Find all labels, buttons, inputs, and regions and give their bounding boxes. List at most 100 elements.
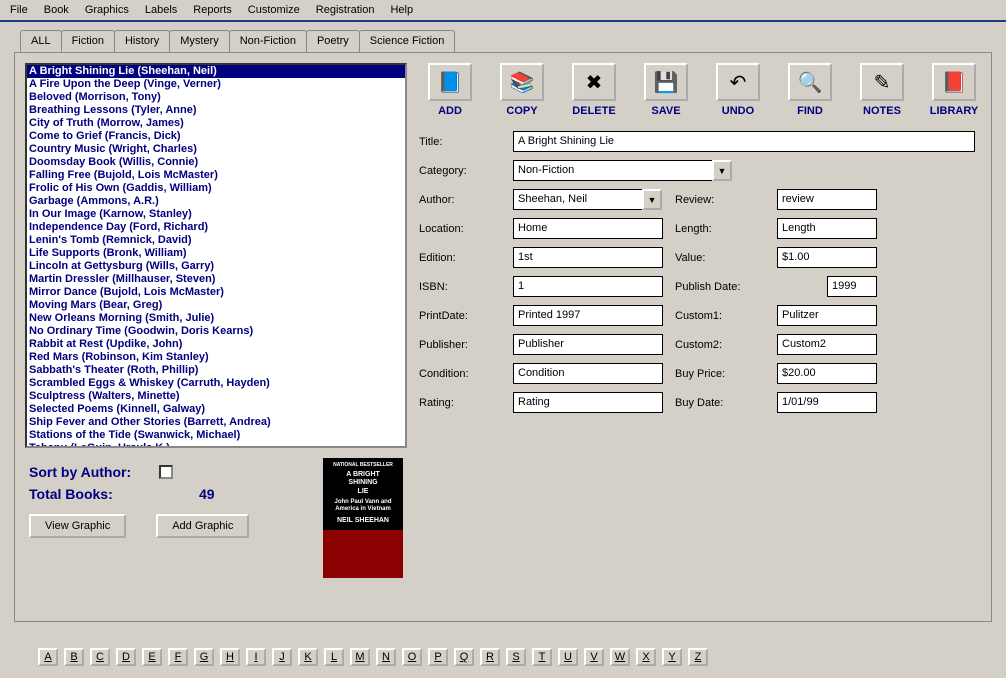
menu-customize[interactable]: Customize [242,2,306,18]
tab-mystery[interactable]: Mystery [169,30,230,52]
list-item[interactable]: Stations of the Tide (Swanwick, Michael) [27,429,405,442]
alpha-j[interactable]: J [272,648,292,666]
length-input[interactable]: Length [777,218,877,239]
list-item[interactable]: Sabbath's Theater (Roth, Phillip) [27,364,405,377]
custom2-input[interactable]: Custom2 [777,334,877,355]
menu-graphics[interactable]: Graphics [79,2,135,18]
list-item[interactable]: Life Supports (Bronk, William) [27,247,405,260]
list-item[interactable]: City of Truth (Morrow, James) [27,117,405,130]
isbn-input[interactable]: 1 [513,276,663,297]
view-graphic-button[interactable]: View Graphic [29,514,126,538]
menu-help[interactable]: Help [384,2,419,18]
list-item[interactable]: Moving Mars (Bear, Greg) [27,299,405,312]
list-item[interactable]: Scrambled Eggs & Whiskey (Carruth, Hayde… [27,377,405,390]
printdate-input[interactable]: Printed 1997 [513,305,663,326]
condition-input[interactable]: Condition [513,363,663,384]
menu-registration[interactable]: Registration [310,2,381,18]
alpha-p[interactable]: P [428,648,448,666]
list-item[interactable]: A Fire Upon the Deep (Vinge, Verner) [27,78,405,91]
alpha-y[interactable]: Y [662,648,682,666]
review-input[interactable]: review [777,189,877,210]
chevron-down-icon[interactable]: ▼ [712,160,732,181]
alpha-i[interactable]: I [246,648,266,666]
alpha-o[interactable]: O [402,648,422,666]
list-item[interactable]: Country Music (Wright, Charles) [27,143,405,156]
list-item[interactable]: Doomsday Book (Willis, Connie) [27,156,405,169]
alpha-b[interactable]: B [64,648,84,666]
list-item[interactable]: Independence Day (Ford, Richard) [27,221,405,234]
custom1-input[interactable]: Pulitzer [777,305,877,326]
tab-non-fiction[interactable]: Non-Fiction [229,30,307,52]
delete-button[interactable]: ✖DELETE [567,63,621,117]
alpha-d[interactable]: D [116,648,136,666]
author-select[interactable]: Sheehan, Neil [513,189,643,210]
menu-file[interactable]: File [4,2,34,18]
tab-fiction[interactable]: Fiction [61,30,115,52]
list-item[interactable]: Rabbit at Rest (Updike, John) [27,338,405,351]
list-item[interactable]: A Bright Shining Lie (Sheehan, Neil) [27,65,405,78]
list-item[interactable]: Selected Poems (Kinnell, Galway) [27,403,405,416]
add-graphic-button[interactable]: Add Graphic [156,514,249,538]
alpha-c[interactable]: C [90,648,110,666]
find-button[interactable]: 🔍FIND [783,63,837,117]
sort-by-author-checkbox[interactable] [159,465,173,479]
list-item[interactable]: In Our Image (Karnow, Stanley) [27,208,405,221]
list-item[interactable]: Frolic of His Own (Gaddis, William) [27,182,405,195]
alpha-t[interactable]: T [532,648,552,666]
list-item[interactable]: Breathing Lessons (Tyler, Anne) [27,104,405,117]
alpha-h[interactable]: H [220,648,240,666]
location-input[interactable]: Home [513,218,663,239]
add-button[interactable]: 📘ADD [423,63,477,117]
save-button[interactable]: 💾SAVE [639,63,693,117]
tab-history[interactable]: History [114,30,170,52]
alpha-k[interactable]: K [298,648,318,666]
value-input[interactable]: $1.00 [777,247,877,268]
menu-book[interactable]: Book [38,2,75,18]
menu-labels[interactable]: Labels [139,2,183,18]
alpha-g[interactable]: G [194,648,214,666]
alpha-q[interactable]: Q [454,648,474,666]
notes-button[interactable]: ✎NOTES [855,63,909,117]
alpha-z[interactable]: Z [688,648,708,666]
list-item[interactable]: Lenin's Tomb (Remnick, David) [27,234,405,247]
list-item[interactable]: Lincoln at Gettysburg (Wills, Garry) [27,260,405,273]
category-select[interactable]: Non-Fiction [513,160,713,181]
list-item[interactable]: Sculptress (Walters, Minette) [27,390,405,403]
list-item[interactable]: Martin Dressler (Millhauser, Steven) [27,273,405,286]
tab-all[interactable]: ALL [20,30,62,52]
list-item[interactable]: No Ordinary Time (Goodwin, Doris Kearns) [27,325,405,338]
alpha-f[interactable]: F [168,648,188,666]
library-button[interactable]: 📕LIBRARY [927,63,981,117]
alpha-x[interactable]: X [636,648,656,666]
alpha-a[interactable]: A [38,648,58,666]
alpha-l[interactable]: L [324,648,344,666]
chevron-down-icon[interactable]: ▼ [642,189,662,210]
alpha-m[interactable]: M [350,648,370,666]
alpha-s[interactable]: S [506,648,526,666]
rating-input[interactable]: Rating [513,392,663,413]
title-input[interactable]: A Bright Shining Lie [513,131,975,152]
list-item[interactable]: Red Mars (Robinson, Kim Stanley) [27,351,405,364]
list-item[interactable]: Mirror Dance (Bujold, Lois McMaster) [27,286,405,299]
alpha-r[interactable]: R [480,648,500,666]
list-item[interactable]: Falling Free (Bujold, Lois McMaster) [27,169,405,182]
list-item[interactable]: Beloved (Morrison, Tony) [27,91,405,104]
menu-reports[interactable]: Reports [187,2,238,18]
tab-poetry[interactable]: Poetry [306,30,360,52]
alpha-n[interactable]: N [376,648,396,666]
list-item[interactable]: New Orleans Morning (Smith, Julie) [27,312,405,325]
alpha-w[interactable]: W [610,648,630,666]
undo-button[interactable]: ↶UNDO [711,63,765,117]
list-item[interactable]: Ship Fever and Other Stories (Barrett, A… [27,416,405,429]
tab-science-fiction[interactable]: Science Fiction [359,30,456,52]
buydate-input[interactable]: 1/01/99 [777,392,877,413]
list-item[interactable]: Garbage (Ammons, A.R.) [27,195,405,208]
alpha-u[interactable]: U [558,648,578,666]
alpha-e[interactable]: E [142,648,162,666]
publisher-input[interactable]: Publisher [513,334,663,355]
book-list[interactable]: A Bright Shining Lie (Sheehan, Neil)A Fi… [25,63,407,448]
pubdate-input[interactable]: 1999 [827,276,877,297]
list-item[interactable]: Come to Grief (Francis, Dick) [27,130,405,143]
copy-button[interactable]: 📚COPY [495,63,549,117]
edition-input[interactable]: 1st [513,247,663,268]
